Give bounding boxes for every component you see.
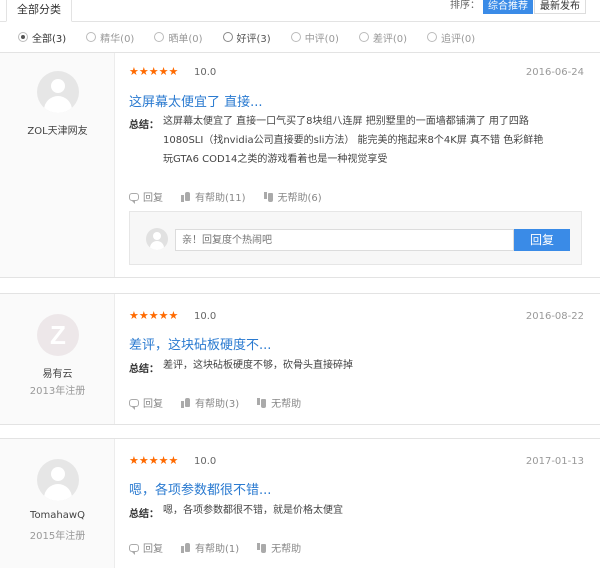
thumbs-down-icon	[257, 397, 267, 408]
reviewer-registered: 2013年注册	[29, 386, 86, 397]
unhelpful-button[interactable]: 无帮助	[257, 395, 301, 410]
reviewer-panel: Z 易有云 2013年注册	[0, 294, 115, 424]
reviewer-registered: 2015年注册	[29, 531, 86, 542]
filter-featured[interactable]: 精华(0)	[86, 30, 134, 45]
avatar-body-icon	[44, 96, 72, 113]
review-date: 2017-01-13	[525, 456, 584, 467]
review-title[interactable]: 这屏幕太便宜了 直接...	[129, 91, 263, 110]
helpful-button[interactable]: 有帮助(1)	[181, 540, 239, 555]
reply-icon	[129, 398, 139, 410]
summary-line: 差评，这块砧板硬度不够，砍骨头直接碎掉	[163, 360, 353, 371]
thumbs-down-icon	[257, 542, 267, 553]
rating-score: 10.0	[194, 311, 217, 322]
avatar-head-icon	[51, 467, 65, 481]
filter-neutral[interactable]: 中评(0)	[290, 30, 339, 45]
review-date: 2016-06-24	[525, 67, 584, 78]
tab-all-categories[interactable]: 全部分类	[6, 0, 72, 22]
z-logo-icon: Z	[50, 320, 66, 350]
rating-stars: ★★★★★	[129, 65, 179, 78]
filter-row: 全部(3) 精华(0) 晒单(0) 好评(3) 中评(0) 差评(0) 追评(0…	[18, 30, 495, 45]
avatar-body-icon	[44, 484, 72, 501]
filter-positive[interactable]: 好评(3)	[222, 30, 271, 45]
thumbs-up-icon	[181, 397, 191, 408]
thumbs-up-icon	[181, 191, 191, 202]
avatar[interactable]: Z	[37, 314, 79, 356]
reply-link[interactable]: 回复	[129, 395, 163, 410]
helpful-button[interactable]: 有帮助(11)	[181, 189, 246, 204]
reviewer-name[interactable]: ZOL天津网友	[0, 122, 115, 137]
summary-line: 这屏幕太便宜了 直接一口气买了8块组八连屏 把别墅里的一面墙都铺满了 用了四路	[163, 116, 529, 127]
filter-negative[interactable]: 差评(0)	[358, 30, 407, 45]
summary-line: 嗯，各项参数都很不错，就是价格太便宜	[163, 505, 343, 516]
thumbs-down-icon	[263, 191, 274, 202]
avatar-head-icon	[153, 232, 161, 240]
radio-icon	[290, 32, 301, 42]
review-title[interactable]: 差评，这块砧板硬度不...	[129, 334, 271, 353]
reviewer-name[interactable]: TomahawQ	[0, 510, 115, 521]
sort-label: 排序：	[450, 0, 480, 11]
summary-line: 1080SLI（找nvidia公司直接要的sli方法） 能完美的拖起来8个4K屏…	[163, 135, 544, 146]
reviewer-panel: TomahawQ 2015年注册	[0, 439, 115, 568]
filter-all[interactable]: 全部(3)	[18, 30, 66, 45]
reply-icon	[129, 543, 139, 555]
sort-latest-button[interactable]: 最新发布	[534, 0, 586, 14]
review-actions: 回复 有帮助(3) 无帮助	[129, 395, 319, 410]
avatar-head-icon	[51, 79, 65, 93]
reply-input[interactable]	[175, 229, 514, 251]
review-card: Z 易有云 2013年注册 ★★★★★ 10.0 2016-08-22 差评，这…	[0, 293, 600, 425]
reply-box: 回复	[129, 211, 582, 265]
top-tab-bar: 全部分类 排序： 综合推荐 最新发布	[0, 0, 600, 22]
filter-photos[interactable]: 晒单(0)	[154, 30, 203, 45]
review-summary: 这屏幕太便宜了 直接一口气买了8块组八连屏 把别墅里的一面墙都铺满了 用了四路 …	[163, 112, 593, 169]
rating-score: 10.0	[194, 67, 217, 78]
review-title[interactable]: 嗯，各项参数都很不错...	[129, 479, 271, 498]
summary-line: 玩GTA6 COD14之类的游戏看着也是一种视觉享受	[163, 154, 388, 165]
filter-followup[interactable]: 追评(0)	[427, 30, 475, 45]
radio-icon	[154, 32, 165, 42]
radio-icon	[18, 32, 28, 42]
radio-icon	[358, 32, 369, 42]
review-summary: 嗯，各项参数都很不错，就是价格太便宜	[163, 501, 593, 520]
avatar-body-icon	[150, 241, 164, 250]
avatar[interactable]	[37, 71, 79, 113]
reviewer-name[interactable]: 易有云	[0, 365, 115, 380]
summary-label: 总结：	[129, 120, 159, 131]
radio-icon	[427, 32, 438, 42]
review-summary: 差评，这块砧板硬度不够，砍骨头直接碎掉	[163, 356, 593, 375]
rating-score: 10.0	[194, 456, 217, 467]
summary-label: 总结：	[129, 364, 159, 375]
review-actions: 回复 有帮助(1) 无帮助	[129, 540, 319, 555]
thumbs-up-icon	[181, 542, 191, 553]
my-avatar	[146, 228, 168, 250]
reply-link[interactable]: 回复	[129, 189, 163, 204]
review-card: ZOL天津网友 ★★★★★ 10.0 2016-06-24 这屏幕太便宜了 直接…	[0, 52, 600, 278]
summary-label: 总结：	[129, 509, 159, 520]
radio-icon	[86, 32, 97, 42]
avatar[interactable]	[37, 459, 79, 501]
reply-link[interactable]: 回复	[129, 540, 163, 555]
review-card: TomahawQ 2015年注册 ★★★★★ 10.0 2017-01-13 嗯…	[0, 438, 600, 568]
sort-recommended-button[interactable]: 综合推荐	[483, 0, 533, 14]
reviewer-panel: ZOL天津网友	[0, 53, 115, 277]
reply-icon	[129, 192, 139, 204]
rating-stars: ★★★★★	[129, 454, 179, 467]
reply-submit-button[interactable]: 回复	[514, 229, 570, 251]
helpful-button[interactable]: 有帮助(3)	[181, 395, 239, 410]
radio-icon	[222, 32, 233, 42]
unhelpful-button[interactable]: 无帮助(6)	[263, 189, 322, 204]
unhelpful-button[interactable]: 无帮助	[257, 540, 301, 555]
review-date: 2016-08-22	[525, 311, 584, 322]
rating-stars: ★★★★★	[129, 309, 179, 322]
review-actions: 回复 有帮助(11) 无帮助(6)	[129, 189, 340, 204]
